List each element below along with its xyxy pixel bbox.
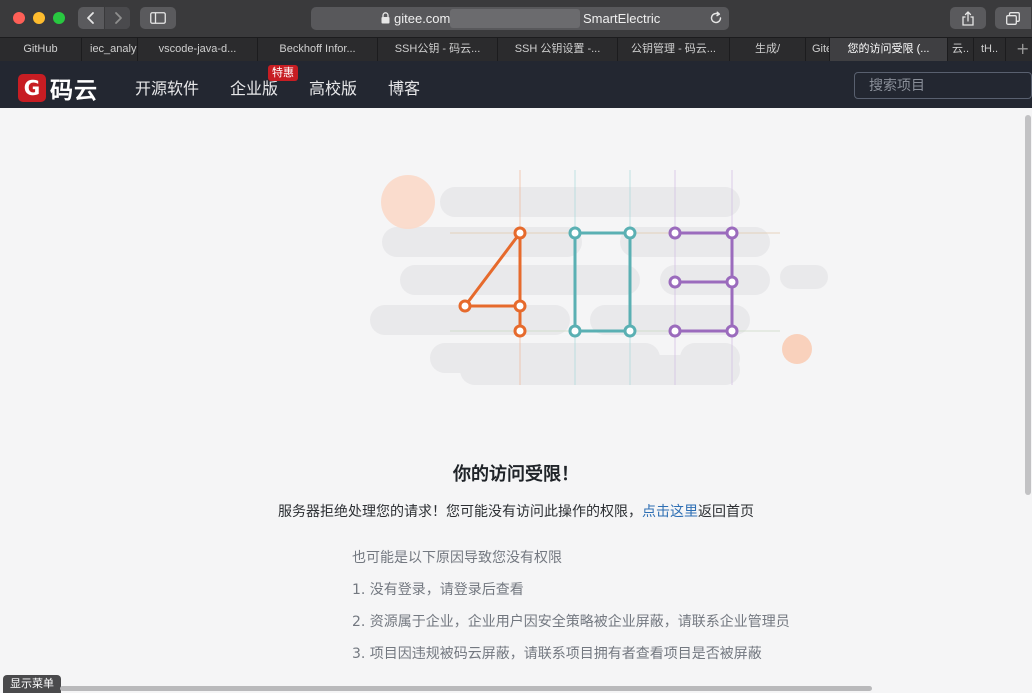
tabs-overview-icon [1006,11,1020,25]
browser-tab[interactable]: GitHub [0,38,82,61]
nav-education[interactable]: 高校版 [309,75,357,99]
address-domain: gitee.com [394,11,451,26]
cloud-shapes [370,187,828,385]
browser-tab[interactable]: vscode-java-d... [138,38,258,61]
decor-circle-large [381,175,435,229]
tab-bar: GitHub iec_analy vscode-java-d... Beckho… [0,37,1032,61]
nav-blog[interactable]: 博客 [388,75,420,99]
sidebar-toggle-button[interactable] [140,7,176,29]
horizontal-scrollbar[interactable] [60,686,872,691]
browser-tab[interactable]: Gite [806,38,830,61]
reload-icon[interactable] [709,11,723,25]
sidebar-icon [150,12,166,24]
error-message-suffix: 返回首页 [698,504,754,520]
redacted-url-block [450,9,580,28]
back-button[interactable] [78,7,104,29]
error-message: 服务器拒绝处理您的请求！您可能没有访问此操作的权限，点击这里返回首页 [0,501,1032,521]
browser-toolbar: gitee.com SmartElectric [0,0,1032,37]
gitee-g-icon: G [18,74,46,102]
history-nav [78,7,130,29]
address-page-title: SmartElectric [583,11,661,26]
share-icon [962,10,974,26]
browser-tab[interactable]: 生成/ [730,38,806,61]
error-message-text: 服务器拒绝处理您的请求！您可能没有访问此操作的权限， [278,504,642,520]
forward-button[interactable] [104,7,130,29]
share-button[interactable] [950,7,986,29]
chevron-right-icon [114,12,122,24]
logo-text: 码云 [50,78,98,104]
error-403-illustration: 403 [370,170,828,385]
gitee-logo[interactable]: G 码云 [18,71,98,105]
browser-tab[interactable]: SSH 公钥设置 -... [498,38,618,61]
browser-tab[interactable]: 公钥管理 - 码云... [618,38,730,61]
browser-tab[interactable]: iec_analy [82,38,138,61]
browser-tab-active[interactable]: 您的访问受限 (... [830,38,948,61]
close-window-button[interactable] [13,12,25,24]
reasons-list: 也可能是以下原因导致您没有权限 1. 没有登录，请登录后查看 2. 资源属于企业… [352,549,790,677]
chevron-left-icon [87,12,94,24]
minimize-window-button[interactable] [33,12,45,24]
browser-tab[interactable]: 云.. [948,38,974,61]
reason-item: 3. 项目因违规被码云屏蔽，请联系项目拥有者查看项目是否被屏蔽 [352,646,762,662]
search-input[interactable] [854,72,1032,99]
vertical-scrollbar[interactable] [1025,115,1031,495]
reason-item: 1. 没有登录，请登录后查看 [352,582,524,598]
address-bar[interactable]: gitee.com SmartElectric [311,7,729,30]
reason-item: 2. 资源属于企业，企业用户因安全策略被企业屏蔽，请联系企业管理员 [352,614,790,630]
error-title: 你的访问受限！ [453,464,579,485]
site-header: G 码云 开源软件 企业版 特惠 高校版 博客 [0,61,1032,108]
show-all-tabs-button[interactable] [995,7,1031,29]
browser-tab[interactable]: tH.. [974,38,1006,61]
home-link[interactable]: 点击这里 [642,504,698,520]
reasons-heading: 也可能是以下原因导致您没有权限 [352,550,562,566]
decor-circle-small [782,334,812,364]
promo-badge: 特惠 [268,65,298,81]
fullscreen-window-button[interactable] [53,12,65,24]
new-tab-button[interactable]: + [1016,41,1029,57]
browser-tab[interactable]: SSH公钥 - 码云... [378,38,498,61]
lock-icon [381,12,390,24]
browser-tab[interactable]: Beckhoff Infor... [258,38,378,61]
show-menu-button[interactable]: 显示菜单 [3,675,61,693]
nav-open-source[interactable]: 开源软件 [135,75,199,99]
